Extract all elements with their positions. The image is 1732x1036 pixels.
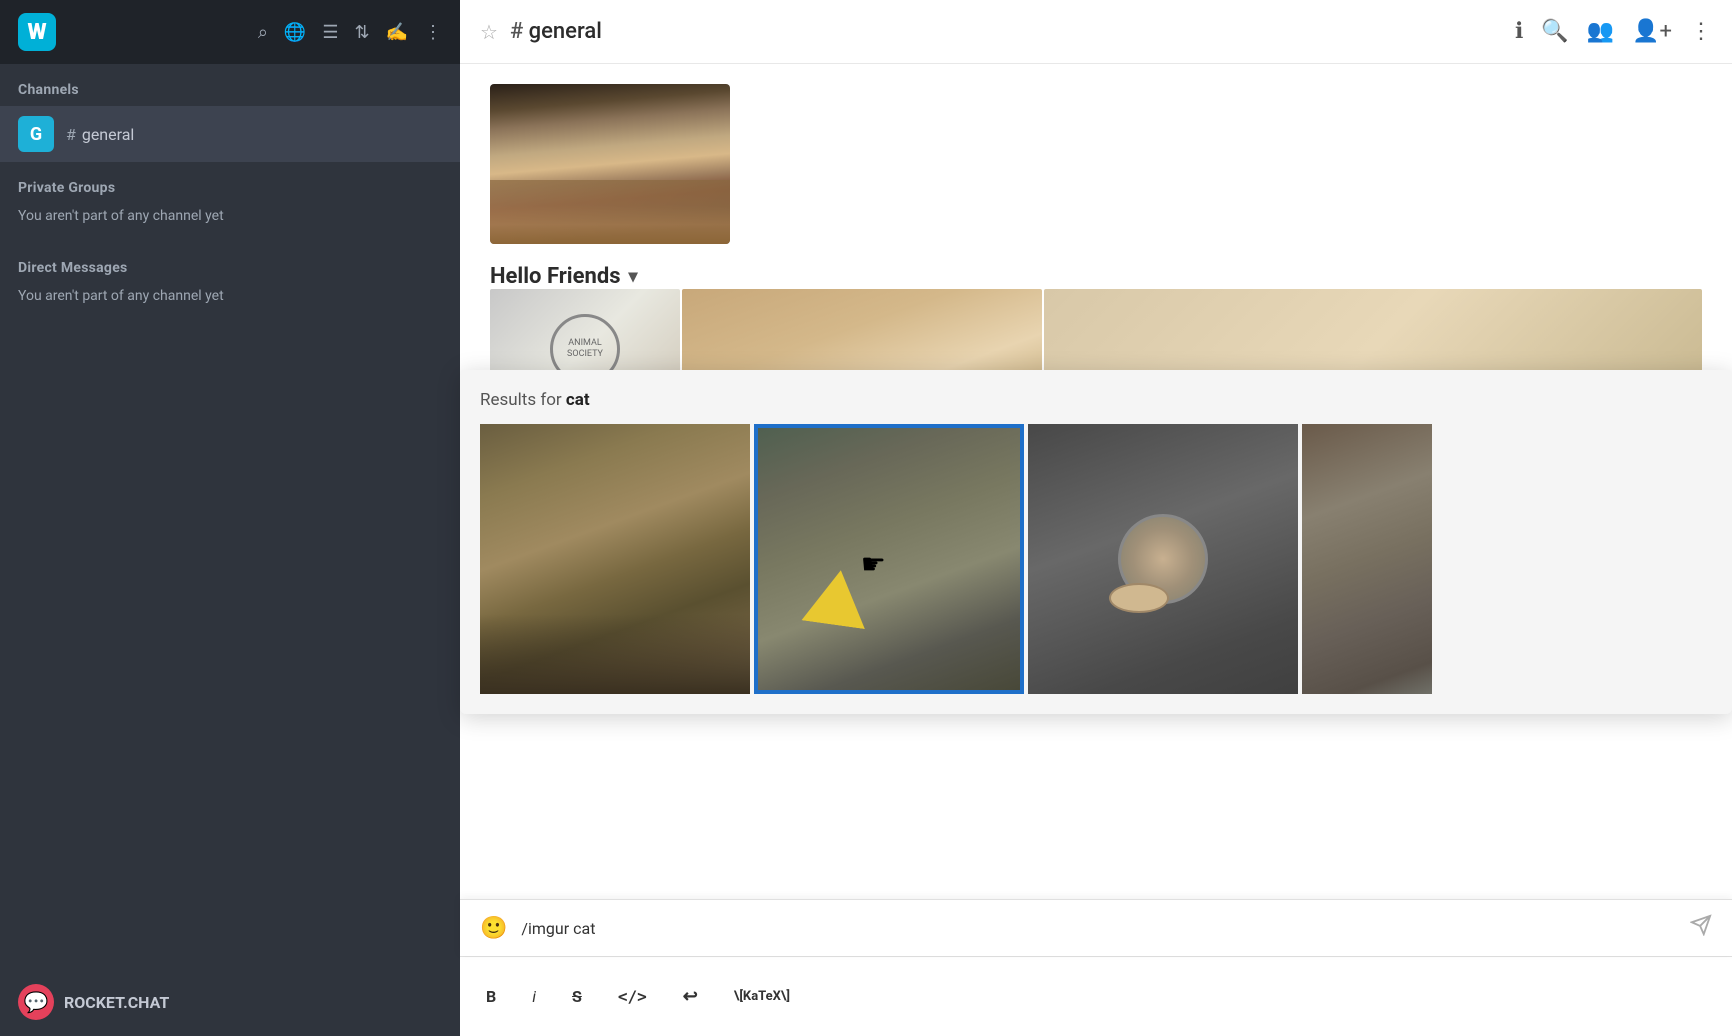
main-content: ☆ # general ℹ 🔍 👥 👤+ ⋮ Hello Friends	[460, 0, 1732, 1036]
dropdown-icon[interactable]: ▾	[629, 266, 638, 287]
formatting-toolbar: B i S </> ↩ \[KaTeX\]	[460, 956, 1732, 1036]
search-results-label: Results for cat	[480, 390, 1712, 410]
message-input-value[interactable]: /imgur cat	[521, 919, 1676, 938]
italic-button[interactable]: i	[526, 983, 542, 1010]
direct-messages-empty: You aren't part of any channel yet	[0, 284, 460, 322]
compose-icon[interactable]: ✍	[386, 22, 408, 43]
send-button[interactable]	[1690, 914, 1712, 942]
link-button[interactable]: ↩	[677, 982, 704, 1011]
channel-header: ☆ # general ℹ 🔍 👥 👤+ ⋮	[460, 0, 1732, 64]
sidebar: W ⌕ 🌐 ☰ ⇅ ✍ ⋮ Channels G # general Priva…	[0, 0, 460, 1036]
rocket-chat-icon: 💬	[18, 984, 54, 1020]
search-result-3[interactable]	[1028, 424, 1298, 694]
search-result-2[interactable]: ☛	[754, 424, 1024, 694]
search-overlay: Results for cat ☛	[460, 370, 1732, 714]
message-image	[490, 84, 730, 244]
channel-avatar-general: G	[18, 116, 54, 152]
search-results-images: ☛	[480, 424, 1712, 694]
cat-image-top	[490, 84, 730, 244]
sidebar-footer: 💬 ROCKET.CHAT	[0, 968, 460, 1036]
more-icon[interactable]: ⋮	[424, 22, 442, 43]
bold-button[interactable]: B	[480, 983, 502, 1010]
header-actions: ℹ 🔍 👥 👤+ ⋮	[1515, 19, 1712, 44]
direct-messages-section-label: Direct Messages	[0, 242, 460, 284]
private-groups-empty: You aren't part of any channel yet	[0, 204, 460, 242]
sort-icon[interactable]: ⇅	[354, 22, 369, 43]
cursor-pointer-icon: ☛	[861, 548, 886, 581]
search-term: cat	[566, 390, 590, 410]
message-input-area: 🙂 /imgur cat	[460, 899, 1732, 956]
channels-section-label: Channels	[0, 64, 460, 106]
app-logo[interactable]: W	[18, 13, 56, 51]
message-image-block	[490, 84, 1702, 244]
favorite-icon[interactable]: ☆	[480, 20, 498, 44]
search-result-1[interactable]	[480, 424, 750, 694]
private-groups-section-label: Private Groups	[0, 162, 460, 204]
channel-name-general: # general	[66, 125, 134, 144]
add-member-icon[interactable]: 👤+	[1632, 19, 1672, 44]
emoji-button[interactable]: 🙂	[480, 916, 507, 941]
brand-name: ROCKET.CHAT	[64, 993, 169, 1012]
kebab-menu-icon[interactable]: ⋮	[1690, 19, 1712, 44]
sidebar-icon-group: ⌕ 🌐 ☰ ⇅ ✍ ⋮	[258, 22, 442, 43]
code-button[interactable]: </>	[612, 983, 653, 1010]
list-icon[interactable]: ☰	[322, 22, 338, 43]
info-icon[interactable]: ℹ	[1515, 19, 1523, 44]
channel-hash-icon: #	[66, 125, 80, 144]
channel-item-general[interactable]: G # general	[0, 106, 460, 162]
search-result-4[interactable]	[1302, 424, 1432, 694]
hello-friends-heading: Hello Friends ▾	[490, 264, 1702, 289]
members-icon[interactable]: 👥	[1587, 19, 1614, 44]
hash-symbol: #	[510, 19, 529, 44]
sidebar-header: W ⌕ 🌐 ☰ ⇅ ✍ ⋮	[0, 0, 460, 64]
search-icon[interactable]: ⌕	[258, 22, 268, 43]
strikethrough-button[interactable]: S	[566, 983, 588, 1010]
channel-title: # general	[510, 19, 602, 44]
katex-button[interactable]: \[KaTeX\]	[728, 985, 796, 1008]
search-messages-icon[interactable]: 🔍	[1541, 19, 1568, 44]
globe-icon[interactable]: 🌐	[284, 22, 306, 43]
